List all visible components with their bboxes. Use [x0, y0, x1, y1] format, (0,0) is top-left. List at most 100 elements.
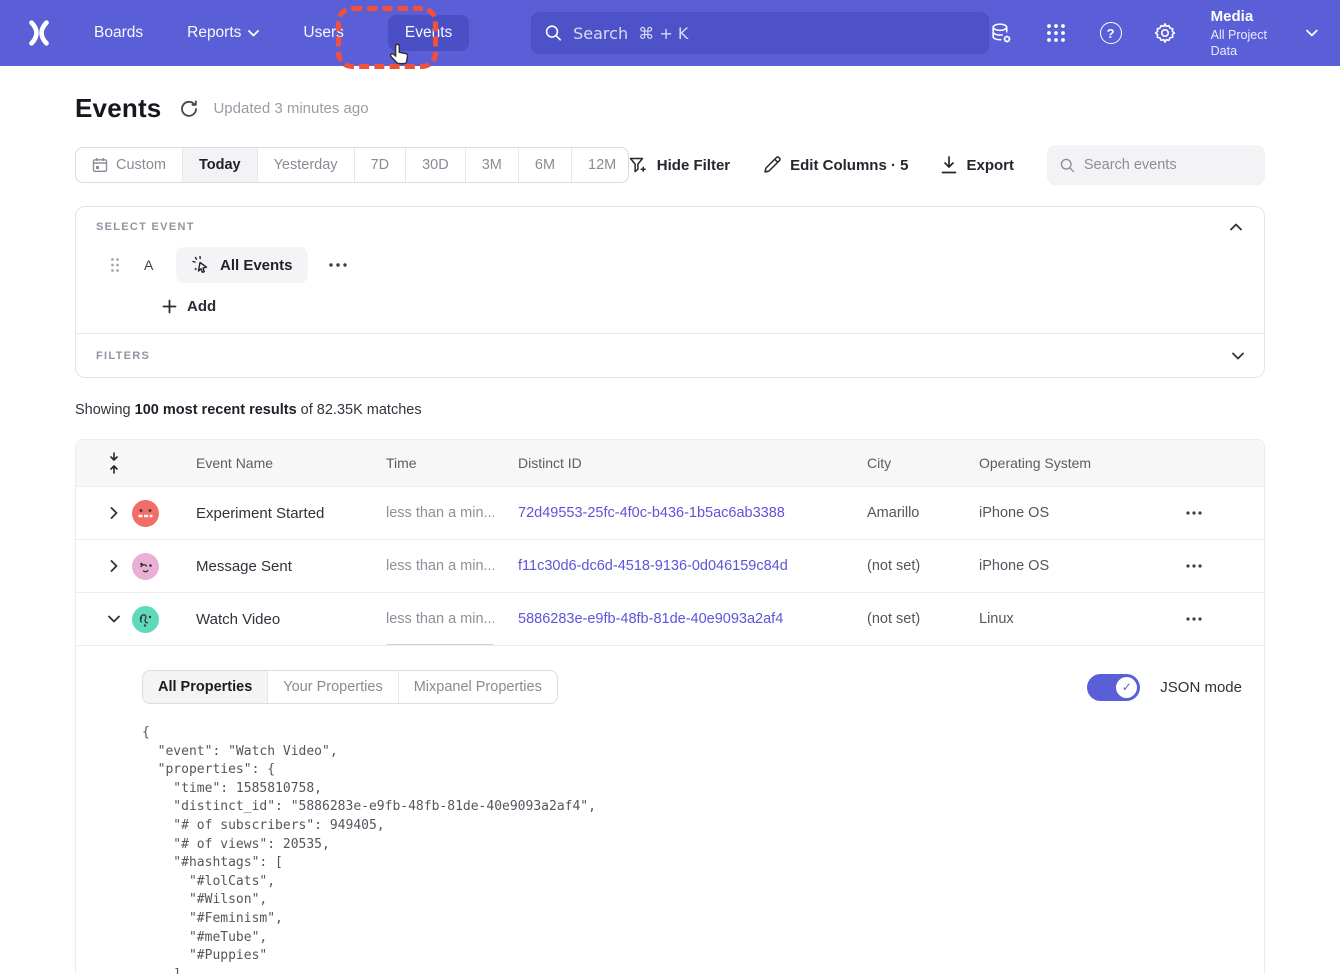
project-name: Media: [1211, 7, 1295, 27]
calendar-icon: [92, 157, 108, 173]
ellipsis-icon: [1186, 617, 1202, 621]
cell-os: Linux: [955, 611, 1160, 627]
expand-row-button[interactable]: [96, 560, 132, 572]
cell-city: (not set): [843, 558, 955, 574]
project-scope: All Project Data: [1211, 27, 1295, 60]
table-header-row: Event Name Time Distinct ID City Operati…: [76, 440, 1264, 486]
table-row[interactable]: Message Sent less than a min... f11c30d6…: [76, 539, 1264, 592]
search-events-box: [1047, 145, 1265, 185]
date-option-7d[interactable]: 7D: [354, 148, 406, 182]
events-page: Boards Reports Users Events: [0, 0, 1340, 974]
controls-row: Custom Today Yesterday 7D 30D 3M 6M 12M …: [75, 145, 1265, 185]
event-clause-row: A All Events: [96, 247, 1244, 283]
date-option-30d[interactable]: 30D: [405, 148, 465, 182]
cell-distinct-id-link[interactable]: 72d49553-25fc-4f0c-b436-1b5ac6ab3388: [494, 505, 843, 521]
cell-os: iPhone OS: [955, 505, 1160, 521]
nav-item-boards[interactable]: Boards: [94, 24, 143, 42]
nav-item-reports[interactable]: Reports: [187, 24, 259, 42]
chevron-right-icon: [110, 560, 118, 572]
row-options-button[interactable]: [1160, 564, 1244, 568]
settings-gear-icon[interactable]: [1152, 20, 1177, 46]
cell-city: Amarillo: [843, 505, 955, 521]
event-avatar: [132, 500, 159, 527]
data-management-icon[interactable]: [989, 20, 1014, 46]
project-switcher[interactable]: Media All Project Data: [1211, 7, 1318, 59]
cell-event-name: Experiment Started: [172, 505, 362, 522]
date-option-today[interactable]: Today: [182, 148, 257, 182]
collapse-row-button[interactable]: [96, 615, 132, 623]
query-builder-panel: SELECT EVENT A: [75, 206, 1265, 378]
date-range-control: Custom Today Yesterday 7D 30D 3M 6M 12M: [75, 147, 629, 183]
cell-event-name: Message Sent: [172, 558, 362, 575]
event-json-view: { "event": "Watch Video", "properties": …: [142, 724, 1242, 974]
results-summary: Showing 100 most recent results of 82.35…: [75, 402, 1265, 418]
last-updated-text: Updated 3 minutes ago: [213, 100, 368, 117]
collapse-section-button[interactable]: [1228, 221, 1244, 233]
nav-item-events[interactable]: Events: [388, 15, 469, 51]
column-header-city: City: [843, 455, 955, 471]
global-search: [531, 12, 989, 54]
collapse-all-icon[interactable]: [96, 452, 132, 474]
global-search-input[interactable]: [573, 24, 975, 43]
clause-options-button[interactable]: [325, 259, 351, 271]
page-header: Events Updated 3 minutes ago: [75, 93, 1265, 124]
cell-os: iPhone OS: [955, 558, 1160, 574]
hide-filter-button[interactable]: Hide Filter: [629, 157, 730, 174]
expand-row-button[interactable]: [96, 507, 132, 519]
date-option-6m[interactable]: 6M: [518, 148, 571, 182]
clause-letter: A: [144, 257, 158, 273]
table-row[interactable]: Experiment Started less than a min... 72…: [76, 486, 1264, 539]
all-events-icon: [191, 255, 211, 275]
tab-your-properties[interactable]: Your Properties: [267, 671, 397, 703]
event-selector-button[interactable]: All Events: [176, 247, 308, 283]
ellipsis-icon: [1186, 511, 1202, 515]
row-options-button[interactable]: [1160, 617, 1244, 621]
search-events-input[interactable]: [1084, 157, 1252, 173]
apps-grid-icon[interactable]: [1044, 20, 1069, 46]
cell-distinct-id-link[interactable]: 5886283e-e9fb-48fb-81de-40e9093a2af4: [494, 611, 843, 627]
date-option-yesterday[interactable]: Yesterday: [257, 148, 354, 182]
event-avatar: [132, 606, 159, 633]
refresh-button[interactable]: [180, 100, 198, 118]
cell-city: (not set): [843, 611, 955, 627]
select-event-label: SELECT EVENT: [96, 221, 195, 233]
chevron-right-icon: [110, 507, 118, 519]
properties-tabs: All Properties Your Properties Mixpanel …: [142, 670, 558, 704]
events-table: Event Name Time Distinct ID City Operati…: [75, 439, 1265, 974]
date-option-3m[interactable]: 3M: [465, 148, 518, 182]
help-icon[interactable]: ?: [1098, 20, 1123, 46]
tab-all-properties[interactable]: All Properties: [143, 671, 267, 703]
table-row-expanded[interactable]: Watch Video less than a min... 5886283e-…: [76, 592, 1264, 645]
ellipsis-icon: [1186, 564, 1202, 568]
cell-distinct-id-link[interactable]: f11c30d6-dc6d-4518-9136-0d046159c84d: [494, 558, 843, 574]
date-option-custom[interactable]: Custom: [76, 148, 182, 182]
nav-links: Boards Reports Users Events: [94, 15, 469, 51]
filter-icon: [629, 157, 648, 174]
chevron-down-icon: [1306, 29, 1318, 37]
cell-time: less than a min...: [362, 593, 494, 645]
chevron-down-icon: [108, 615, 120, 623]
row-options-button[interactable]: [1160, 511, 1244, 515]
plus-icon: [162, 299, 177, 314]
mixpanel-logo[interactable]: [22, 16, 56, 50]
chevron-up-icon: [1230, 223, 1242, 231]
ellipsis-icon: [329, 263, 347, 267]
event-avatar: [132, 553, 159, 580]
event-detail-panel: All Properties Your Properties Mixpanel …: [76, 645, 1264, 974]
nav-item-users[interactable]: Users: [303, 24, 343, 42]
json-mode-toggle[interactable]: ✓: [1087, 674, 1140, 701]
cell-time: less than a min...: [362, 540, 494, 592]
cell-time: less than a min...: [362, 487, 494, 539]
export-button[interactable]: Export: [941, 156, 1014, 174]
cell-event-name: Watch Video: [172, 611, 362, 628]
filters-section-header[interactable]: FILTERS: [76, 333, 1264, 377]
add-event-button[interactable]: Add: [162, 295, 1244, 317]
drag-handle[interactable]: [110, 257, 120, 273]
pencil-icon: [763, 156, 781, 174]
date-option-12m[interactable]: 12M: [571, 148, 629, 182]
column-header-os: Operating System: [955, 455, 1160, 471]
chevron-down-icon: [248, 30, 259, 37]
edit-columns-button[interactable]: Edit Columns · 5: [763, 156, 908, 174]
tab-mixpanel-properties[interactable]: Mixpanel Properties: [398, 671, 557, 703]
column-header-time: Time: [362, 455, 494, 471]
